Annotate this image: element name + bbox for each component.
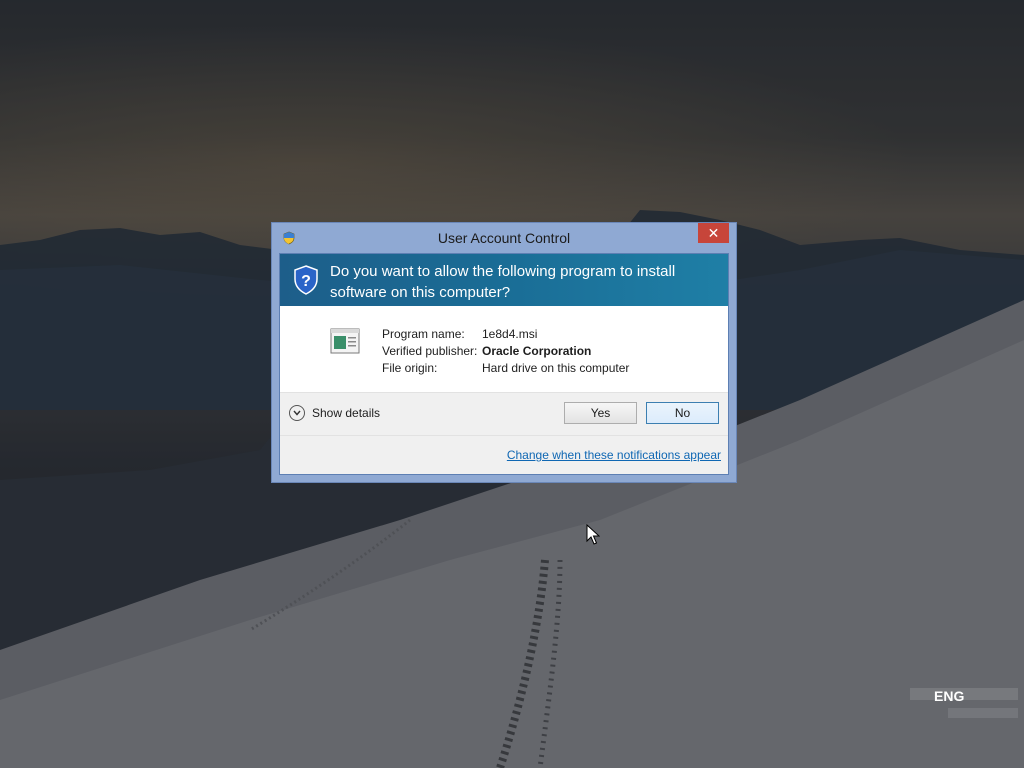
shield-icon: ? <box>294 265 318 295</box>
program-info: Program name: 1e8d4.msi Verified publish… <box>280 306 728 392</box>
info-value: 1e8d4.msi <box>482 327 538 341</box>
installer-package-icon <box>330 328 360 354</box>
chevron-down-icon <box>289 405 305 421</box>
info-value: Hard drive on this computer <box>482 361 630 375</box>
dialog-body: ? Do you want to allow the following pro… <box>279 253 729 475</box>
os-watermark <box>910 688 1018 718</box>
info-label: File origin: <box>382 361 438 375</box>
language-indicator[interactable]: ENG <box>934 688 964 704</box>
info-label: Verified publisher: <box>382 344 478 358</box>
close-icon: ✕ <box>707 225 720 241</box>
uac-dialog: User Account Control ✕ ? Do you want to … <box>271 222 737 483</box>
question-text: Do you want to allow the following progr… <box>330 263 676 301</box>
show-details-label: Show details <box>312 406 381 420</box>
close-button[interactable]: ✕ <box>698 223 729 243</box>
yes-button[interactable]: Yes <box>564 402 637 424</box>
show-details-toggle[interactable]: Show details <box>289 405 380 421</box>
action-bar: Show details Yes No <box>280 392 728 436</box>
svg-text:?: ? <box>301 273 311 290</box>
info-value: Oracle Corporation <box>482 344 592 358</box>
question-banner: ? Do you want to allow the following pro… <box>280 254 728 306</box>
desktop-background: User Account Control ✕ ? Do you want to … <box>0 0 1024 768</box>
dialog-title: User Account Control <box>437 230 571 246</box>
mouse-pointer-icon <box>586 524 600 545</box>
info-row-program-name: Program name: 1e8d4.msi <box>382 327 629 344</box>
title-bar: User Account Control ✕ <box>272 223 736 253</box>
info-table: Program name: 1e8d4.msi Verified publish… <box>382 327 629 378</box>
dialog-footer: Change when these notifications appear <box>280 436 728 474</box>
change-notifications-link[interactable]: Change when these notifications appear <box>507 448 721 462</box>
no-button[interactable]: No <box>646 402 719 424</box>
info-label: Program name: <box>382 327 465 341</box>
info-row-file-origin: File origin: Hard drive on this computer <box>382 361 629 378</box>
info-row-publisher: Verified publisher: Oracle Corporation <box>382 344 629 361</box>
